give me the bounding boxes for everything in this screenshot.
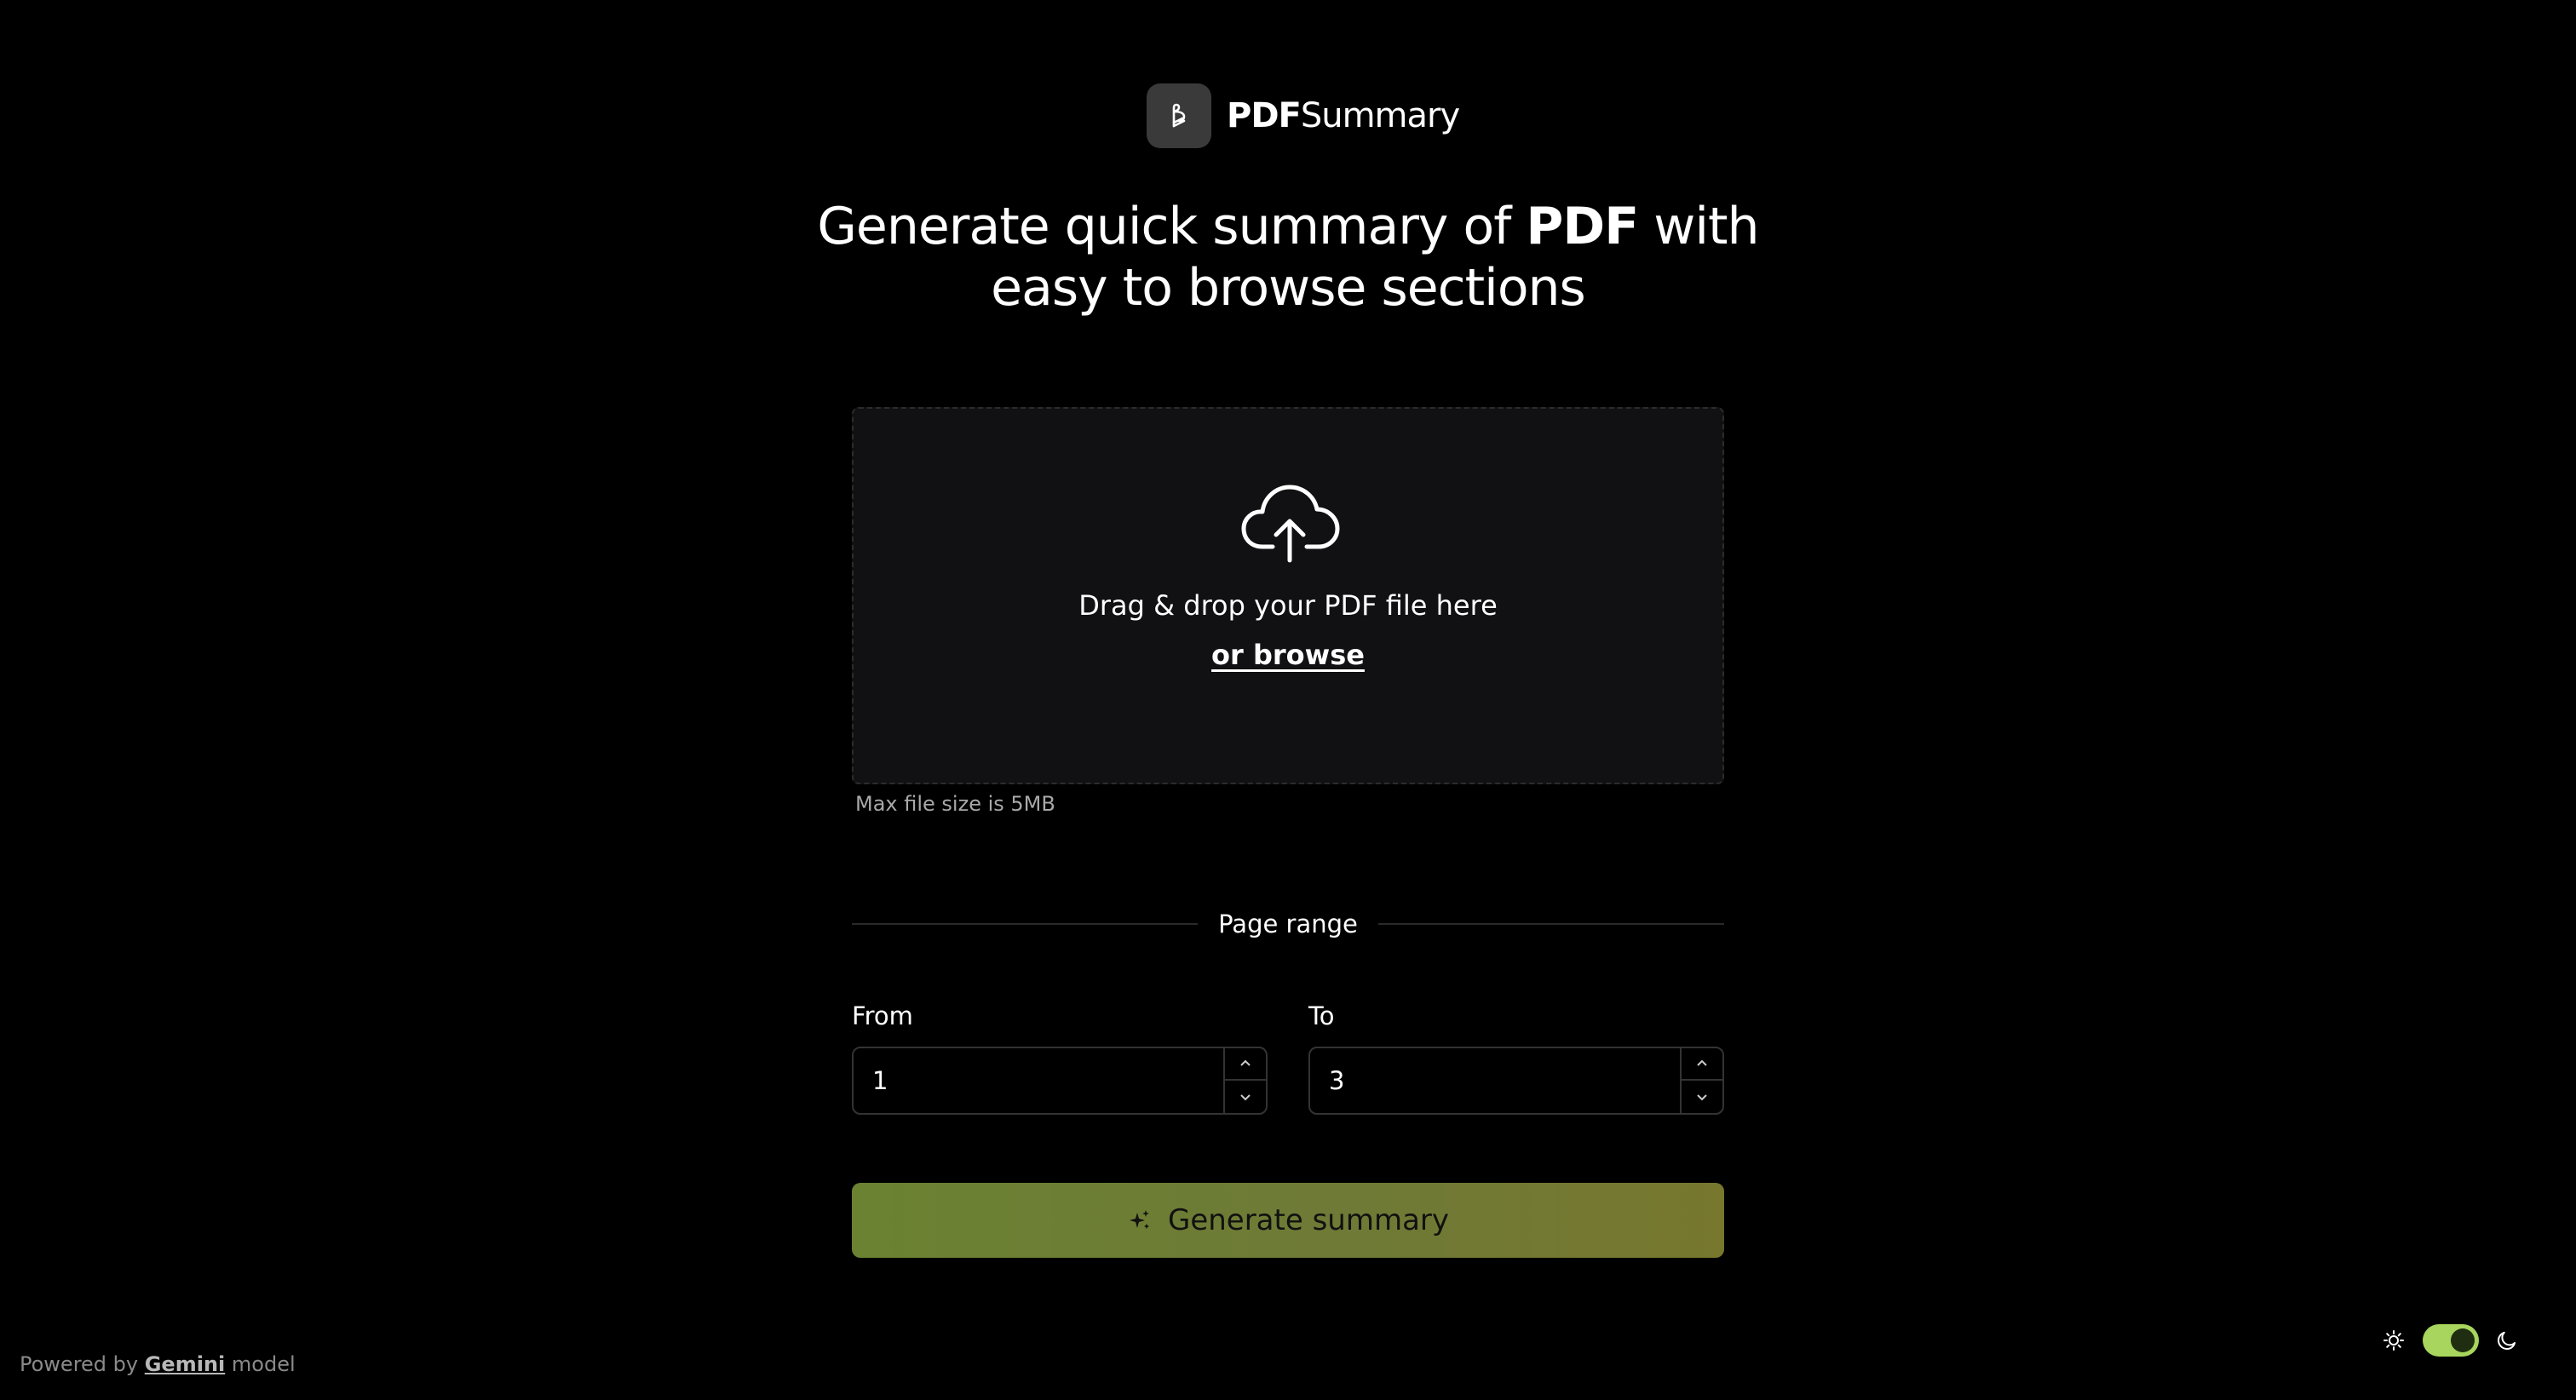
theme-switcher	[2382, 1322, 2520, 1359]
theme-toggle[interactable]	[2423, 1324, 2479, 1357]
brand-name: PDFSummary	[1227, 83, 1460, 148]
gemini-link[interactable]: Gemini	[145, 1352, 226, 1376]
toggle-knob	[2451, 1328, 2475, 1352]
brand-name-bold: PDF	[1227, 96, 1302, 135]
page-headline: Generate quick summary of PDF with easy …	[777, 196, 1799, 318]
to-label: To	[1308, 1001, 1335, 1030]
browse-link[interactable]: or browse	[1211, 639, 1365, 671]
headline-bold: PDF	[1526, 197, 1639, 256]
max-file-size-note: Max file size is 5MB	[855, 792, 1055, 816]
browse-wrapper: or browse	[854, 639, 1722, 671]
page: PDFSummary Generate quick summary of PDF…	[0, 0, 2576, 1400]
pdf-dropzone[interactable]: Drag & drop your PDF file here or browse	[852, 407, 1724, 784]
generate-summary-label: Generate summary	[1167, 1203, 1450, 1237]
chevron-down-icon	[1697, 1094, 1707, 1101]
from-decrement-button[interactable]	[1225, 1081, 1266, 1113]
page-range-divider: Page range	[852, 903, 1724, 945]
generate-summary-button[interactable]: Generate summary	[852, 1183, 1724, 1258]
to-page-input[interactable]: 3	[1308, 1047, 1724, 1115]
to-stepper	[1680, 1048, 1722, 1113]
cloud-upload-icon	[1241, 485, 1340, 563]
brand: PDFSummary	[1147, 83, 1460, 148]
from-page-input[interactable]: 1	[852, 1047, 1268, 1115]
moon-icon[interactable]	[2496, 1328, 2520, 1352]
page-range-title: Page range	[1218, 909, 1358, 938]
sun-icon[interactable]	[2382, 1328, 2406, 1352]
divider-line-left	[852, 923, 1199, 925]
brand-name-regular: Summary	[1300, 96, 1460, 135]
to-increment-button[interactable]	[1682, 1048, 1722, 1081]
chevron-up-icon	[1240, 1059, 1251, 1066]
powered-by-note: Powered by Gemini model	[20, 1352, 296, 1376]
from-stepper	[1223, 1048, 1266, 1113]
powered-prefix: Powered by	[20, 1352, 145, 1376]
sparkles-icon	[1129, 1210, 1149, 1229]
from-increment-button[interactable]	[1225, 1048, 1266, 1081]
chevron-up-icon	[1697, 1059, 1707, 1066]
from-label: From	[852, 1001, 913, 1030]
headline-part1: Generate quick summary of	[817, 197, 1527, 256]
chevron-down-icon	[1240, 1094, 1251, 1101]
from-page-value[interactable]: 1	[872, 1048, 888, 1113]
powered-suffix: model	[225, 1352, 296, 1376]
to-page-value[interactable]: 3	[1329, 1048, 1344, 1113]
dropzone-text: Drag & drop your PDF file here	[1078, 589, 1498, 622]
logo-icon	[1147, 83, 1211, 148]
to-decrement-button[interactable]	[1682, 1081, 1722, 1113]
divider-line-right	[1377, 923, 1724, 925]
